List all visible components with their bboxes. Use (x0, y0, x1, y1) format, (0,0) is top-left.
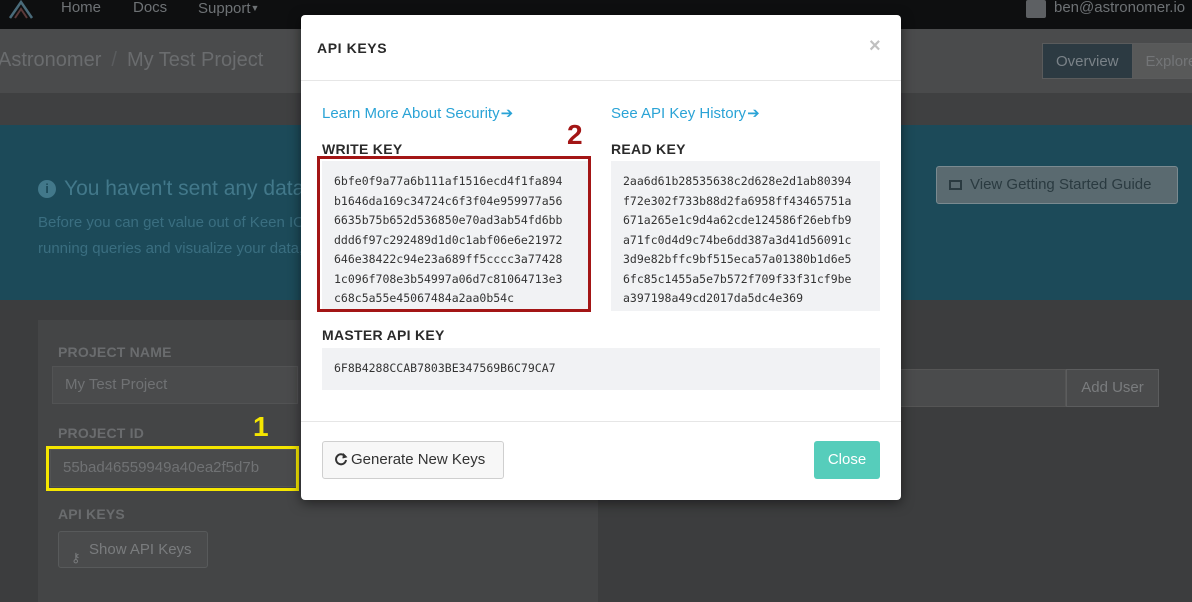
project-id-label: PROJECT ID (58, 425, 145, 441)
security-link-label: Learn More About Security (322, 105, 500, 122)
master-key-label: MASTER API KEY (322, 327, 445, 343)
keen-logo-icon[interactable] (6, 0, 36, 20)
generate-button-label: Generate New Keys (351, 451, 486, 468)
show-api-keys-button[interactable]: ⚷ Show API Keys (58, 531, 208, 568)
write-key-label: WRITE KEY (322, 141, 403, 157)
history-link-label: See API Key History (611, 105, 747, 122)
annotation-number-1: 1 (253, 411, 269, 442)
annotation-box-2 (317, 156, 591, 312)
api-key-history-link[interactable]: See API Key History➔ (611, 104, 760, 122)
guide-icon (949, 180, 962, 190)
read-key-line: 2aa6d61b28535638c2d628e2d1ab80394 (623, 174, 852, 188)
add-user-button[interactable]: Add User (1066, 369, 1159, 407)
user-email[interactable]: ben@astronomer.io (1054, 0, 1185, 16)
tab-explorer[interactable]: Explorer (1132, 43, 1192, 79)
master-key-box[interactable]: 6F8B4288CCAB7803BE347569B6C79CA7 (322, 348, 880, 390)
annotation-number-2: 2 (567, 119, 583, 150)
read-key-line: a397198a49cd2017da5dc4e369 (623, 291, 804, 305)
nav-support-link[interactable]: Support▼ (198, 0, 260, 17)
show-keys-label: Show API Keys (89, 541, 192, 558)
annotation-box-1 (46, 446, 299, 491)
read-key-label: READ KEY (611, 141, 686, 157)
banner-title: i You haven't sent any data yet! (38, 177, 344, 201)
nav-docs-link[interactable]: Docs (133, 0, 167, 16)
breadcrumb-project: My Test Project (126, 49, 264, 71)
nav-support-label: Support (198, 0, 251, 17)
refresh-icon (335, 453, 348, 466)
caret-down-icon: ▼ (250, 3, 260, 13)
read-key-line: 6fc85c1455a5e7b572f709f33f31cf9be (623, 271, 852, 286)
avatar[interactable] (1026, 0, 1046, 18)
getting-started-guide-button[interactable]: View Getting Started Guide (936, 166, 1178, 204)
key-icon: ⚷ (71, 550, 81, 565)
close-icon[interactable]: × (869, 35, 881, 58)
read-key-line: 3d9e82bffc9bf515eca57a01380b1d6e5 (623, 252, 852, 266)
nav-home-link[interactable]: Home (61, 0, 101, 16)
read-key-line: f72e302f733b88d2fa6958ff43465751a (623, 193, 852, 208)
close-button[interactable]: Close (814, 441, 880, 479)
banner-text-line1: Before you can get value out of Keen IO, (38, 214, 310, 231)
project-name-label: PROJECT NAME (58, 344, 172, 360)
project-tabs: Overview Explorer (1042, 43, 1192, 79)
read-key-line: a71fc0d4d9c74be6dd387a3d41d56091c (623, 232, 852, 247)
read-key-box[interactable]: 2aa6d61b28535638c2d628e2d1ab80394 f72e30… (611, 161, 880, 311)
breadcrumb-org[interactable]: Astronomer (0, 49, 101, 71)
tab-overview[interactable]: Overview (1042, 43, 1133, 79)
modal-title: API KEYS (317, 40, 388, 56)
arrow-right-icon: ➔ (500, 105, 514, 122)
api-keys-label: API KEYS (58, 506, 125, 522)
generate-new-keys-button[interactable]: Generate New Keys (322, 441, 504, 479)
master-key-value: 6F8B4288CCAB7803BE347569B6C79CA7 (334, 361, 556, 375)
modal-header: API KEYS × (301, 15, 901, 81)
add-user-email-input[interactable] (898, 369, 1066, 407)
project-name-input[interactable]: My Test Project (52, 366, 298, 404)
read-key-line: 671a265e1c9d4a62cde124586f26ebfb9 (623, 213, 852, 227)
modal-footer-divider (301, 421, 901, 422)
arrow-right-icon: ➔ (747, 105, 760, 122)
learn-more-security-link[interactable]: Learn More About Security➔ (322, 104, 513, 122)
guide-button-label: View Getting Started Guide (970, 176, 1152, 193)
breadcrumb: Astronomer / My Test Project (0, 49, 263, 72)
banner-text-line2: running queries and visualize your data, (38, 240, 304, 257)
info-icon: i (38, 180, 56, 198)
breadcrumb-separator: / (111, 49, 117, 71)
